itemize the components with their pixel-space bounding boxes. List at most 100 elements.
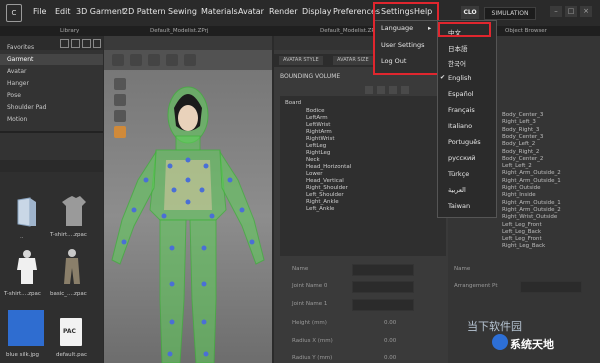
object-browser-row[interactable]: Left_Leg_Back (502, 229, 541, 235)
library-nav-motion[interactable]: Motion (0, 114, 103, 125)
delete-icon[interactable] (377, 86, 385, 94)
copy-icon[interactable] (389, 86, 397, 94)
library-nav-pose[interactable]: Pose (0, 90, 103, 101)
clo-badge[interactable]: CLO (461, 6, 479, 19)
prop-label-joint0: Joint Name 0 (292, 283, 328, 289)
tree-item[interactable]: Bodice (306, 108, 325, 114)
file-item-parent-folder[interactable] (14, 196, 40, 230)
tree-item[interactable]: LeftLeg (306, 143, 326, 149)
library-nav-hanger[interactable]: Hanger (0, 78, 103, 89)
object-browser-row[interactable]: Right_Inside (502, 192, 536, 198)
language-taiwan[interactable]: Taiwan (448, 202, 470, 210)
language-turkish[interactable]: Türkçe (448, 170, 469, 178)
select-tool-icon[interactable] (112, 54, 124, 66)
language-japanese[interactable]: 日本語 (448, 43, 468, 53)
object-browser-row[interactable]: Right_Arm_Outside_2 (502, 170, 561, 176)
joint-name-0-field[interactable] (352, 281, 414, 293)
tree-item[interactable]: Right_Ankle (306, 199, 339, 205)
menu-file[interactable]: File (33, 7, 46, 16)
tree-item[interactable]: Right_Shoulder (306, 185, 348, 191)
object-browser-row[interactable]: Left_Leg_Front (502, 236, 542, 242)
viewport-tab-strip (104, 36, 272, 50)
fold-tool-icon[interactable] (184, 54, 196, 66)
joint-name-1-field[interactable] (352, 299, 414, 311)
arrangement-field[interactable] (520, 281, 582, 293)
file-name: default.pac (56, 352, 87, 358)
simulation-button[interactable]: SIMULATION (484, 7, 536, 20)
radius-y-value[interactable]: 0.00 (384, 355, 396, 361)
pants-thumbnail-icon (64, 249, 80, 284)
file-item-pants[interactable] (58, 248, 86, 288)
watermark-logo-icon (492, 334, 508, 350)
language-italian[interactable]: Italiano (448, 122, 472, 130)
bounding-volume-title: BOUNDING VOLUME (280, 73, 341, 80)
object-browser-row[interactable]: Right_Arm_Outside_1 (502, 178, 561, 184)
language-portuguese[interactable]: Português (448, 138, 481, 146)
tree-item[interactable]: Neck (306, 157, 320, 163)
tree-item[interactable]: Head_Vertical (306, 178, 344, 184)
object-browser-row[interactable]: Body_Center_3 (502, 112, 543, 118)
object-browser-row[interactable]: Left_Leg_Front (502, 222, 542, 228)
add-icon[interactable] (365, 86, 373, 94)
library-nav-favorites[interactable]: Favorites (0, 42, 103, 53)
tree-item[interactable]: Lower (306, 171, 322, 177)
menu-avatar[interactable]: Avatar (238, 7, 264, 16)
rotate-tool-icon[interactable] (148, 54, 160, 66)
menu-edit[interactable]: Edit (55, 7, 71, 16)
menu-sewing[interactable]: Sewing (168, 7, 197, 16)
tree-item[interactable]: RightWrist (306, 136, 335, 142)
maximize-icon[interactable]: □ (565, 6, 577, 17)
object-browser-row[interactable]: Right_Arm_Outside_1 (502, 200, 561, 206)
menu-display[interactable]: Display (302, 7, 332, 16)
object-browser-row[interactable]: Body_Left_2 (502, 141, 535, 147)
mirror-icon[interactable] (401, 86, 409, 94)
height-value[interactable]: 0.00 (384, 320, 396, 326)
language-korean[interactable]: 한국어 (448, 58, 466, 68)
name-field[interactable] (352, 264, 414, 276)
object-browser-row[interactable]: Left_Left_2 (502, 163, 532, 169)
object-browser-row[interactable]: Right_Leg_Back (502, 243, 545, 249)
language-arabic[interactable]: العربية (448, 186, 466, 194)
library-divider[interactable] (0, 131, 103, 133)
menu-materials[interactable]: Materials (201, 7, 238, 16)
language-spanish[interactable]: Español (448, 90, 474, 98)
menu-3d-garment[interactable]: 3D Garment (76, 7, 125, 16)
file-item-default-pac[interactable]: PAC (60, 318, 82, 346)
language-english[interactable]: English (448, 74, 471, 82)
tree-item[interactable]: Left_Ankle (306, 206, 334, 212)
object-browser-row[interactable]: Right_Left_3 (502, 119, 536, 125)
tab-avatar-size[interactable]: AVATAR SIZE (333, 56, 373, 65)
file-item-blue-silk[interactable] (8, 310, 44, 346)
object-browser-row[interactable]: Right_Wrist_Outside (502, 214, 557, 220)
tree-item[interactable]: RightArm (306, 129, 332, 135)
tree-item[interactable]: Head_Horizontal (306, 164, 351, 170)
library-nav-avatar[interactable]: Avatar (0, 66, 103, 77)
object-browser-row[interactable]: Right_Arm_Outside_2 (502, 207, 561, 213)
object-browser-row[interactable]: Right_Outside (502, 185, 540, 191)
close-icon[interactable]: × (580, 6, 592, 17)
prop-label-joint1: Joint Name 1 (292, 301, 328, 307)
tab-avatar-style[interactable]: AVATAR STYLE (279, 56, 323, 65)
language-russian[interactable]: русский (448, 154, 476, 162)
avatar-figure[interactable] (104, 70, 272, 363)
tree-item[interactable]: RightLeg (306, 150, 330, 156)
move-tool-icon[interactable] (130, 54, 142, 66)
file-item-tshirt-1[interactable] (58, 192, 90, 232)
pin-tool-icon[interactable] (166, 54, 178, 66)
radius-x-value[interactable]: 0.00 (384, 338, 396, 344)
library-nav-garment[interactable]: Garment (0, 54, 103, 65)
tree-item[interactable]: Left_Shoulder (306, 192, 344, 198)
tree-root[interactable]: Board (285, 100, 301, 106)
tree-item[interactable]: LeftWrist (306, 122, 330, 128)
minimize-icon[interactable]: – (550, 6, 562, 17)
object-browser-row[interactable]: Body_Center_2 (502, 156, 543, 162)
library-nav-shoulder-pad[interactable]: Shoulder Pad (0, 102, 103, 113)
tree-item[interactable]: LeftArm (306, 115, 328, 121)
language-french[interactable]: Français (448, 106, 475, 114)
object-browser-row[interactable]: Body_Right_2 (502, 149, 539, 155)
menu-2d-pattern[interactable]: 2D Pattern (123, 7, 166, 16)
object-browser-row[interactable]: Body_Right_3 (502, 127, 539, 133)
file-item-tshirt-2[interactable] (12, 248, 42, 288)
menu-render[interactable]: Render (269, 7, 297, 16)
object-browser-row[interactable]: Body_Center_3 (502, 134, 543, 140)
